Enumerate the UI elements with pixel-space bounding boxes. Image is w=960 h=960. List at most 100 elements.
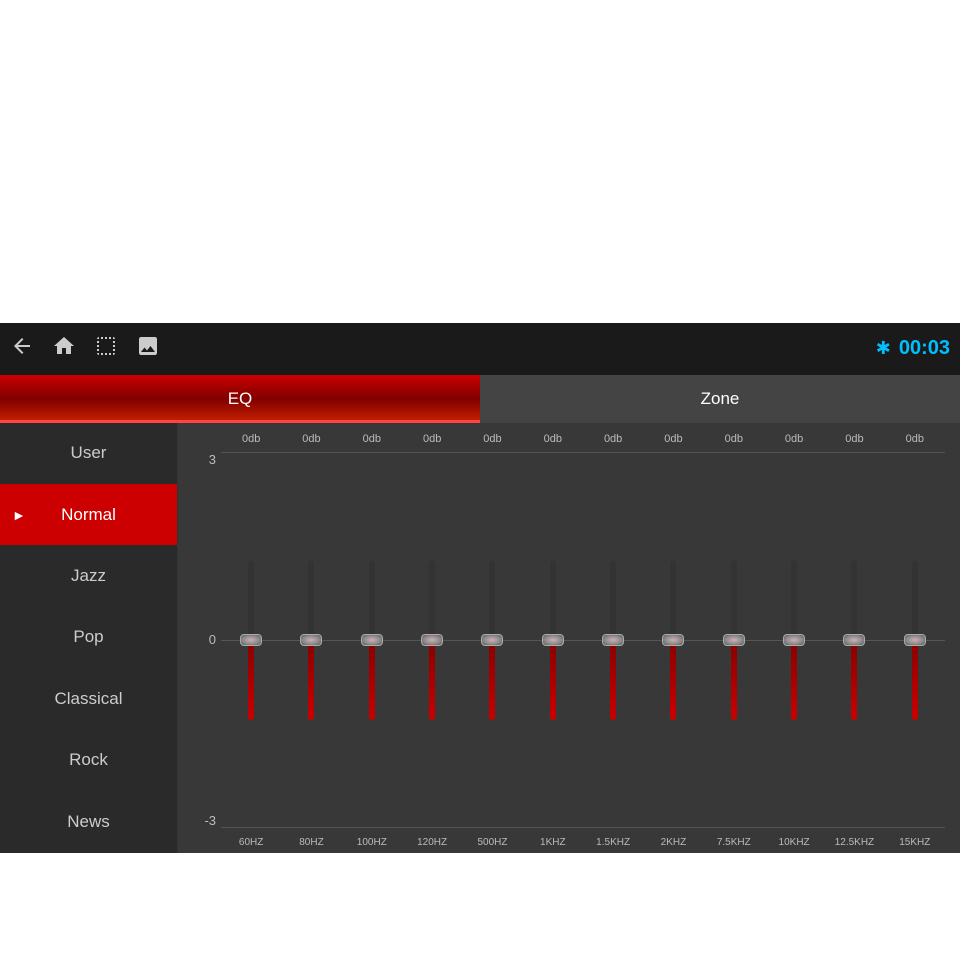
freq-label: 12.5KHZ [830, 837, 878, 848]
slider-track-top [670, 560, 676, 640]
freq-label: 15KHZ [891, 837, 939, 848]
eq-slider-col[interactable] [643, 447, 703, 833]
eq-db-label: 0db [710, 433, 758, 445]
freq-label: 7.5KHZ [710, 837, 758, 848]
slider-track-red [248, 640, 254, 720]
sidebar-item-normal[interactable]: ► Normal [0, 484, 177, 545]
eq-db-label: 0db [468, 433, 516, 445]
slider-track-red [369, 640, 375, 720]
slider-thumb[interactable] [843, 634, 865, 646]
sidebar-item-user[interactable]: User [0, 423, 177, 484]
slider-track-top [610, 560, 616, 640]
slider-track-red [489, 640, 495, 720]
eq-db-label: 0db [348, 433, 396, 445]
slider-track-top [429, 560, 435, 640]
slider-track-top [791, 560, 797, 640]
image-icon[interactable] [136, 334, 160, 364]
freq-label: 60HZ [227, 837, 275, 848]
sidebar-item-news[interactable]: News [0, 791, 177, 852]
slider-track-top [369, 560, 375, 640]
home-icon[interactable] [52, 334, 76, 364]
eq-db-label: 0db [408, 433, 456, 445]
slider-thumb[interactable] [904, 634, 926, 646]
eq-db-label: 0db [227, 433, 275, 445]
tab-eq[interactable]: EQ [0, 375, 480, 423]
slider-track[interactable] [851, 560, 857, 720]
sliders-container [221, 447, 945, 833]
freq-label: 1KHZ [529, 837, 577, 848]
slider-thumb[interactable] [783, 634, 805, 646]
slider-thumb[interactable] [542, 634, 564, 646]
eq-slider-col[interactable] [523, 447, 583, 833]
slider-track[interactable] [369, 560, 375, 720]
eq-slider-col[interactable] [462, 447, 522, 833]
slider-track-red [429, 640, 435, 720]
slider-track[interactable] [731, 560, 737, 720]
window-icon[interactable] [94, 334, 118, 364]
slider-track[interactable] [248, 560, 254, 720]
slider-track[interactable] [912, 560, 918, 720]
sidebar-item-rock[interactable]: Rock [0, 730, 177, 791]
eq-grid: 3 0 -3 [193, 447, 945, 833]
slider-thumb[interactable] [421, 634, 443, 646]
eq-slider-col[interactable] [342, 447, 402, 833]
eq-db-label: 0db [891, 433, 939, 445]
eq-slider-col[interactable] [583, 447, 643, 833]
slider-track-top [731, 560, 737, 640]
freq-labels: 60HZ80HZ100HZ120HZ500HZ1KHZ1.5KHZ2KHZ7.5… [193, 837, 945, 848]
back-icon[interactable] [10, 334, 34, 364]
sidebar: User ► Normal Jazz Pop Classical Rock Ne… [0, 423, 178, 853]
tabbar: EQ Zone [0, 375, 960, 423]
slider-thumb[interactable] [300, 634, 322, 646]
slider-thumb[interactable] [723, 634, 745, 646]
freq-label: 120HZ [408, 837, 456, 848]
slider-track[interactable] [791, 560, 797, 720]
sidebar-item-jazz[interactable]: Jazz [0, 545, 177, 606]
play-arrow-icon: ► [12, 507, 26, 523]
slider-track-top [912, 560, 918, 640]
eq-db-label: 0db [770, 433, 818, 445]
slider-track-top [550, 560, 556, 640]
slider-track[interactable] [550, 560, 556, 720]
freq-label: 1.5KHZ [589, 837, 637, 848]
slider-track[interactable] [670, 560, 676, 720]
eq-db-label: 0db [287, 433, 335, 445]
slider-track-red [851, 640, 857, 720]
slider-track[interactable] [308, 560, 314, 720]
slider-track[interactable] [429, 560, 435, 720]
slider-track-red [731, 640, 737, 720]
eq-db-label: 0db [830, 433, 878, 445]
eq-slider-col[interactable] [704, 447, 764, 833]
sidebar-item-classical[interactable]: Classical [0, 668, 177, 729]
slider-track-red [610, 640, 616, 720]
slider-track-top [308, 560, 314, 640]
slider-thumb[interactable] [662, 634, 684, 646]
eq-slider-col[interactable] [885, 447, 945, 833]
main-content: User ► Normal Jazz Pop Classical Rock Ne… [0, 423, 960, 853]
slider-track[interactable] [610, 560, 616, 720]
eq-scale: 3 0 -3 [193, 447, 221, 833]
slider-track-red [791, 640, 797, 720]
slider-track-red [550, 640, 556, 720]
eq-slider-col[interactable] [824, 447, 884, 833]
slider-track-top [489, 560, 495, 640]
eq-db-labels: 0db0db0db0db0db0db0db0db0db0db0db0db [193, 433, 945, 445]
sidebar-item-pop[interactable]: Pop [0, 607, 177, 668]
topbar: ✱ 00:03 [0, 323, 960, 375]
slider-track[interactable] [489, 560, 495, 720]
slider-thumb[interactable] [602, 634, 624, 646]
eq-slider-col[interactable] [402, 447, 462, 833]
eq-slider-col[interactable] [764, 447, 824, 833]
slider-track-top [851, 560, 857, 640]
eq-db-label: 0db [589, 433, 637, 445]
freq-label: 2KHZ [649, 837, 697, 848]
slider-thumb[interactable] [481, 634, 503, 646]
slider-thumb[interactable] [361, 634, 383, 646]
tab-zone[interactable]: Zone [480, 375, 960, 423]
slider-thumb[interactable] [240, 634, 262, 646]
eq-slider-col[interactable] [221, 447, 281, 833]
time-display: 00:03 [899, 337, 950, 360]
slider-track-red [308, 640, 314, 720]
eq-slider-col[interactable] [281, 447, 341, 833]
freq-label: 100HZ [348, 837, 396, 848]
